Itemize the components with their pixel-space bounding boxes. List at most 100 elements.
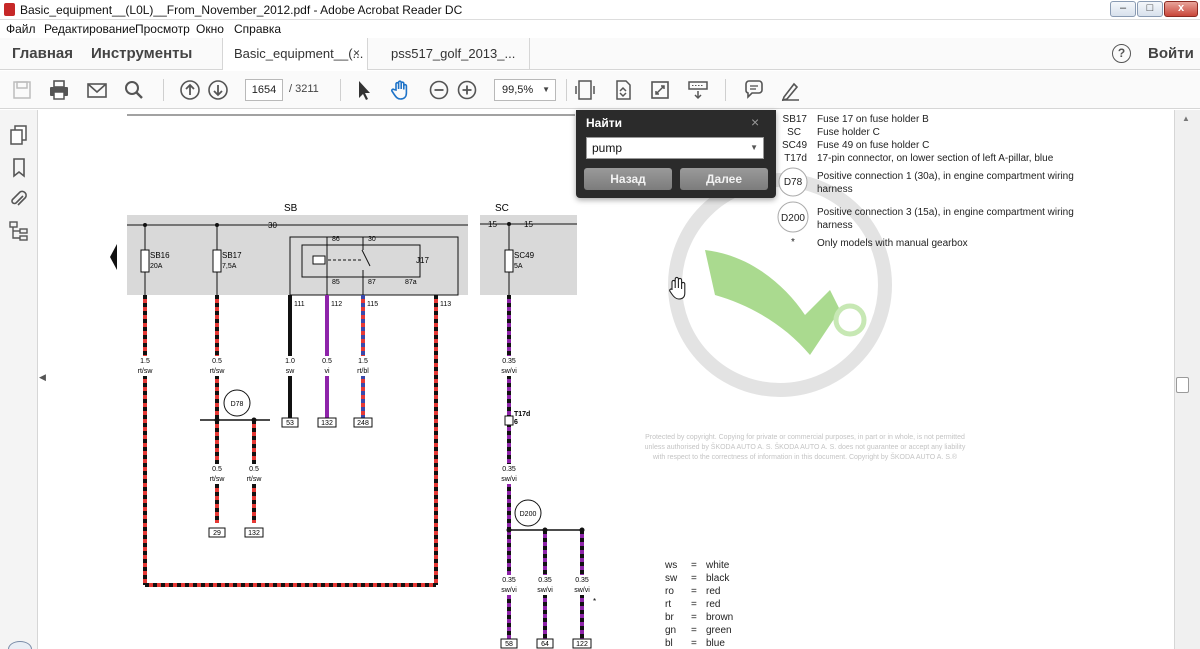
select-cursor-icon[interactable] <box>352 78 376 102</box>
fullscreen-icon[interactable] <box>648 78 672 102</box>
svg-text:=: = <box>691 560 697 571</box>
terminal-number: 53 <box>286 420 294 427</box>
tab-document-active[interactable]: Basic_equipment__(... × <box>222 38 368 70</box>
menu-edit[interactable]: Редактирование <box>44 22 135 36</box>
relay-label: J17 <box>416 256 429 265</box>
wire-size: 0.5 <box>249 466 259 473</box>
color-code: sw <box>665 573 678 584</box>
color-name: blue <box>706 638 725 649</box>
copyright-notice: Protected by copyright. Copying for priv… <box>645 434 966 461</box>
legend-text: Positive connection 3 (15a), in engine c… <box>817 207 1074 218</box>
legend-code: SC <box>787 127 801 138</box>
pin-number: 112 <box>331 301 342 308</box>
pages-icon[interactable] <box>8 124 30 146</box>
scroll-mode-icon[interactable] <box>686 78 710 102</box>
sign-in-link[interactable]: Войти <box>1148 45 1194 62</box>
fit-page-icon[interactable] <box>573 78 597 102</box>
sign-icon[interactable] <box>779 78 803 102</box>
save-icon[interactable] <box>10 78 34 102</box>
find-next-button[interactable]: Далее <box>680 168 768 190</box>
menu-view[interactable]: Просмотр <box>135 22 190 36</box>
svg-text:=: = <box>691 586 697 597</box>
page-up-icon[interactable] <box>178 78 202 102</box>
fuse-name: SB16 <box>150 251 170 260</box>
legend-code: T17d <box>784 153 807 164</box>
tab-home[interactable]: Главная <box>12 45 73 62</box>
terminal-number: 132 <box>248 530 260 537</box>
help-icon[interactable]: ? <box>1112 44 1131 63</box>
wire-color: rt/bl <box>357 368 369 375</box>
tab-tools[interactable]: Инструменты <box>91 45 192 62</box>
legend-code: SB17 <box>783 114 808 125</box>
chevron-down-icon: ▼ <box>542 85 550 94</box>
zoom-in-icon[interactable] <box>455 78 479 102</box>
holder-sc-label: SC <box>495 203 509 214</box>
attachment-icon[interactable] <box>8 188 30 210</box>
wire-size: 0.5 <box>322 358 332 365</box>
find-previous-button[interactable]: Назад <box>584 168 672 190</box>
wire-color: sw/vi <box>537 587 553 594</box>
bus-label: 30 <box>268 221 277 230</box>
fuse-rating: 20A <box>150 263 163 270</box>
legend-text: Fuse 49 on fuse holder C <box>817 140 929 151</box>
menu-help[interactable]: Справка <box>234 22 281 36</box>
tab-close-icon[interactable]: × <box>353 46 360 60</box>
tab-document-2[interactable]: pss517_golf_2013_... <box>380 38 530 70</box>
comment-icon[interactable] <box>742 78 766 102</box>
svg-text:=: = <box>691 625 697 636</box>
scrollbar-thumb[interactable] <box>1176 377 1189 393</box>
zoom-level-select[interactable]: 99,5% ▼ <box>494 79 556 101</box>
rotate-icon[interactable] <box>611 78 635 102</box>
legend-text: Positive connection 1 (30a), in engine c… <box>817 171 1074 182</box>
page-total: / 3211 <box>289 83 319 95</box>
wire-color: rt/sw <box>210 368 226 375</box>
menu-file[interactable]: Файл <box>6 22 36 36</box>
scroll-up-icon[interactable]: ▲ <box>1182 114 1190 123</box>
tab-document-label: pss517_golf_2013_... <box>391 46 516 61</box>
close-window-button[interactable]: x <box>1164 1 1198 17</box>
find-query: pump <box>592 141 623 155</box>
close-icon[interactable]: × <box>751 114 759 130</box>
color-name: red <box>706 586 720 597</box>
toolbar-separator <box>340 79 341 101</box>
connector-t17d <box>504 415 514 426</box>
legend-text: harness <box>817 184 853 195</box>
bookmark-icon[interactable] <box>8 156 30 178</box>
print-icon[interactable] <box>47 78 71 102</box>
menu-window[interactable]: Окно <box>196 22 224 36</box>
wire-color: sw <box>286 368 296 375</box>
color-code: br <box>665 612 675 623</box>
acrobat-app-icon <box>4 3 15 16</box>
fuse-symbol <box>504 249 514 273</box>
maximize-button[interactable]: □ <box>1137 1 1163 17</box>
page-number-input[interactable]: 1654 <box>245 79 283 101</box>
color-code: ws <box>664 560 677 571</box>
wire-color: sw/vi <box>501 368 517 375</box>
legend-text: harness <box>817 220 853 231</box>
bus-label: 15 <box>524 220 533 229</box>
fuse-name: SC49 <box>514 251 535 260</box>
wire-size: 1.0 <box>285 358 295 365</box>
wire-size: 0.35 <box>502 577 516 584</box>
find-search-input[interactable]: pump ▼ <box>586 137 764 159</box>
zoom-out-icon[interactable] <box>427 78 451 102</box>
email-icon[interactable] <box>85 78 109 102</box>
hand-tool-icon[interactable] <box>389 78 413 102</box>
relay-pin: 87 <box>368 279 376 286</box>
color-code: ro <box>665 586 674 597</box>
relay-pin: 30 <box>368 236 376 243</box>
collapse-pane-icon[interactable]: ◀ <box>39 372 46 383</box>
wire-color: sw/vi <box>501 476 517 483</box>
bus-label: 15 <box>488 220 497 229</box>
holder-sb-label: SB <box>284 203 298 214</box>
color-name: brown <box>706 612 733 623</box>
legend-code: SC49 <box>782 140 807 151</box>
legend-code: D78 <box>784 177 803 188</box>
search-icon[interactable] <box>122 78 146 102</box>
zoom-value: 99,5% <box>502 84 534 96</box>
structure-icon[interactable] <box>8 220 30 242</box>
copyright-line: Protected by copyright. Copying for priv… <box>645 434 965 441</box>
chevron-down-icon[interactable]: ▼ <box>750 138 758 158</box>
page-down-icon[interactable] <box>206 78 230 102</box>
minimize-button[interactable]: – <box>1110 1 1136 17</box>
